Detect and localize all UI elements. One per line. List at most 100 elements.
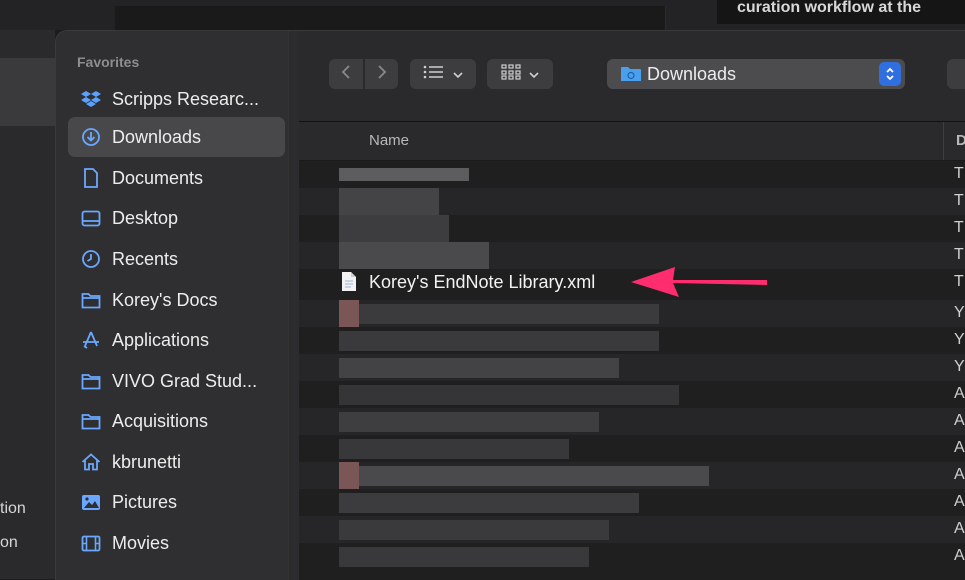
sidebar-item-movies[interactable]: Movies bbox=[68, 523, 285, 563]
sidebar-item-recents[interactable]: Recents bbox=[68, 239, 285, 279]
location-popup[interactable]: Downloads bbox=[607, 59, 905, 89]
file-row[interactable]: T bbox=[299, 161, 965, 188]
sidebar-item-pictures[interactable]: Pictures bbox=[68, 482, 285, 522]
dropbox-icon bbox=[80, 88, 102, 110]
sidebar-item-scripps-research[interactable]: Scripps Researc... bbox=[68, 79, 285, 119]
blurred-content bbox=[339, 385, 679, 405]
sidebar-item-kbrunetti[interactable]: kbrunetti bbox=[68, 442, 285, 482]
sidebar-item-downloads[interactable]: Downloads bbox=[68, 117, 285, 157]
sidebar-item-koreys-docs[interactable]: Korey's Docs bbox=[68, 280, 285, 320]
toolbar-button-partial[interactable] bbox=[947, 59, 965, 89]
blurred-content bbox=[359, 304, 659, 324]
column-header-row: Name D bbox=[299, 122, 965, 161]
file-date: A bbox=[954, 493, 965, 510]
sidebar-item-label: kbrunetti bbox=[112, 451, 182, 472]
back-button[interactable] bbox=[329, 59, 363, 89]
file-date: T bbox=[954, 246, 964, 263]
sidebar-item-label: Downloads bbox=[112, 126, 202, 147]
clock-icon bbox=[80, 248, 102, 270]
blurred-content bbox=[339, 242, 489, 269]
file-row[interactable]: Y bbox=[299, 354, 965, 381]
chevron-left-icon bbox=[341, 64, 351, 84]
sidebar-item-desktop[interactable]: Desktop bbox=[68, 198, 285, 238]
blurred-content bbox=[339, 520, 609, 540]
up-down-chevron-icon bbox=[879, 62, 901, 86]
file-date: Y bbox=[954, 358, 965, 375]
desktop-icon bbox=[80, 207, 102, 229]
file-row[interactable]: T bbox=[299, 188, 965, 215]
column-header-date[interactable]: D bbox=[956, 132, 965, 149]
file-date: A bbox=[954, 412, 965, 429]
sidebar-heading: Favorites bbox=[77, 54, 140, 70]
blurred-content bbox=[339, 439, 569, 459]
folder-icon bbox=[80, 410, 102, 432]
applications-icon bbox=[80, 329, 102, 351]
list-view-button[interactable] bbox=[410, 59, 476, 89]
blurred-content bbox=[339, 493, 639, 513]
open-file-dialog: Favorites Scripps Researc... Downloads D… bbox=[55, 30, 965, 580]
blurred-content bbox=[339, 331, 659, 351]
forward-button[interactable] bbox=[365, 59, 398, 89]
file-browser: Downloads Name D T T T bbox=[299, 31, 965, 580]
background-left-panel bbox=[0, 30, 55, 579]
column-header-name[interactable]: Name bbox=[369, 132, 409, 149]
file-row-highlighted[interactable]: Korey's EndNote Library.xml T bbox=[299, 267, 965, 300]
sidebar-item-label: Scripps Researc... bbox=[112, 88, 260, 109]
blurred-content bbox=[339, 547, 589, 567]
chevron-down-icon bbox=[529, 66, 539, 83]
file-date: T bbox=[954, 192, 964, 209]
column-divider[interactable] bbox=[943, 122, 944, 160]
sidebar-item-documents[interactable]: Documents bbox=[68, 158, 285, 198]
sidebar-item-applications[interactable]: Applications bbox=[68, 320, 285, 360]
file-row[interactable]: A bbox=[299, 516, 965, 543]
folder-icon bbox=[80, 289, 102, 311]
list-view-icon bbox=[423, 65, 445, 83]
file-row[interactable]: A bbox=[299, 408, 965, 435]
file-name: Korey's EndNote Library.xml bbox=[369, 272, 596, 292]
sidebar-item-label: Desktop bbox=[112, 207, 179, 228]
file-row[interactable]: Y bbox=[299, 300, 965, 327]
file-row[interactable]: A bbox=[299, 435, 965, 462]
location-label: Downloads bbox=[647, 63, 737, 84]
sidebar-item-acquisitions[interactable]: Acquisitions bbox=[68, 401, 285, 441]
blurred-content bbox=[339, 358, 619, 378]
folder-icon bbox=[621, 66, 641, 82]
blurred-content bbox=[359, 466, 709, 486]
file-row[interactable]: A bbox=[299, 543, 965, 570]
file-date: A bbox=[954, 385, 965, 402]
file-row[interactable]: A bbox=[299, 381, 965, 408]
file-row[interactable]: A bbox=[299, 489, 965, 516]
background-document-title: curation workflow at the bbox=[717, 0, 965, 24]
chevron-right-icon bbox=[377, 64, 387, 84]
sidebar-item-label: Documents bbox=[112, 167, 204, 188]
movies-icon bbox=[80, 532, 102, 554]
xml-file-icon bbox=[341, 271, 357, 292]
file-date: Y bbox=[954, 331, 965, 348]
blurred-content bbox=[339, 215, 449, 242]
sidebar-item-vivo-grad-students[interactable]: VIVO Grad Stud... bbox=[68, 361, 285, 401]
file-row[interactable]: Y bbox=[299, 327, 965, 354]
pictures-icon bbox=[80, 491, 102, 513]
pointer-arrow-icon bbox=[631, 267, 767, 297]
sidebar-item-label: Pictures bbox=[112, 491, 178, 512]
file-date: T bbox=[954, 273, 964, 290]
background-text: tion bbox=[0, 500, 26, 517]
sidebar-item-label: Applications bbox=[112, 329, 210, 350]
blurred-content bbox=[339, 188, 439, 215]
sidebar-item-label: VIVO Grad Stud... bbox=[112, 370, 258, 391]
sidebar-item-label: Korey's Docs bbox=[112, 289, 218, 310]
toolbar: Downloads bbox=[299, 31, 965, 122]
sidebar-item-label: Recents bbox=[112, 248, 179, 269]
file-date: A bbox=[954, 547, 965, 564]
file-row[interactable]: T bbox=[299, 215, 965, 242]
document-icon bbox=[80, 167, 102, 189]
background-segment bbox=[115, 6, 546, 30]
group-view-button[interactable] bbox=[487, 59, 553, 89]
file-date: T bbox=[954, 165, 964, 182]
file-row[interactable]: A bbox=[299, 462, 965, 489]
file-date: Y bbox=[954, 304, 965, 321]
file-date: A bbox=[954, 466, 965, 483]
home-icon bbox=[80, 451, 102, 473]
sidebar-item-label: Movies bbox=[112, 532, 170, 553]
background-segment bbox=[545, 6, 666, 30]
